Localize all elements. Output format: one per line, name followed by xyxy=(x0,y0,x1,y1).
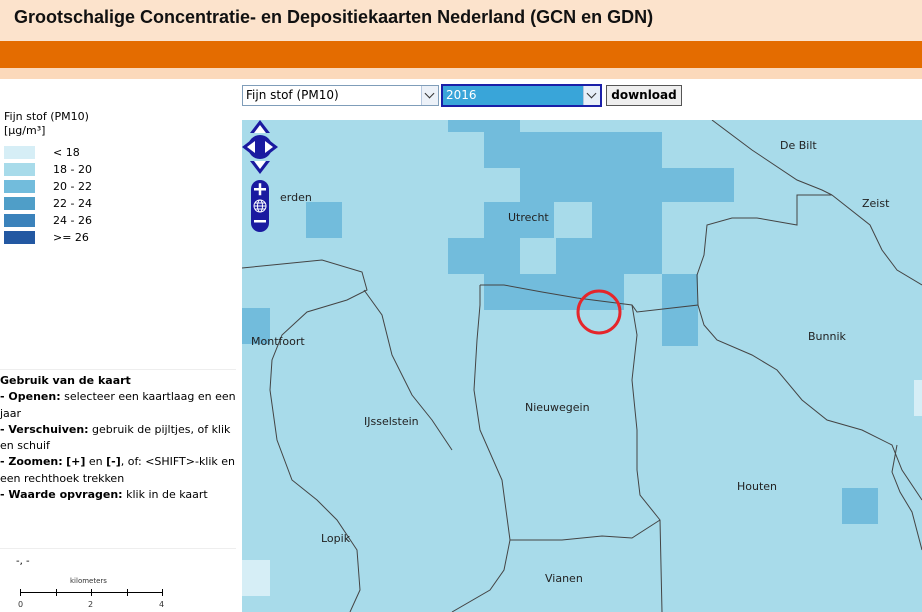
page-header: Grootschalige Concentratie- en Depositie… xyxy=(0,0,922,41)
layer-select[interactable]: Fijn stof (PM10) xyxy=(242,85,439,106)
instructions-heading: Gebruik van de kaart xyxy=(0,374,131,387)
legend-swatch xyxy=(4,231,35,244)
scale-tick xyxy=(162,589,163,596)
grid-cell xyxy=(448,238,520,274)
place-label: Lopik xyxy=(321,532,351,545)
pan-control[interactable] xyxy=(242,120,278,174)
chevron-down-icon[interactable] xyxy=(421,86,438,105)
grid-cell xyxy=(914,380,922,416)
grid-cell xyxy=(520,168,734,202)
grid-cell xyxy=(556,238,662,274)
scale-tick xyxy=(91,589,92,596)
scale-tick xyxy=(56,589,57,596)
scale-unit: kilometers xyxy=(70,577,107,585)
place-label: IJsselstein xyxy=(364,415,419,428)
divider xyxy=(0,548,236,549)
legend-label: 22 - 24 xyxy=(53,197,92,210)
scale-tick xyxy=(20,589,21,596)
grid-cell xyxy=(662,274,698,310)
legend-item: < 18 xyxy=(4,144,204,161)
instruction-query: - Waarde opvragen: klik in de kaart xyxy=(0,488,208,502)
place-label: Utrecht xyxy=(508,211,549,224)
grid-cell xyxy=(448,120,520,132)
place-label: Montfoort xyxy=(251,335,305,348)
legend-item: 24 - 26 xyxy=(4,212,204,229)
scale-tick xyxy=(127,589,128,596)
grid-cell xyxy=(662,310,698,346)
legend-list: < 18 18 - 20 20 - 22 22 - 24 24 - 26 >= … xyxy=(4,144,204,246)
grid-cell xyxy=(842,488,878,524)
instruction-open: - Openen: selecteer een kaartlaag en een… xyxy=(0,390,236,420)
orange-banner xyxy=(0,41,922,68)
legend-unit: [µg/m³] xyxy=(4,124,46,137)
legend-swatch xyxy=(4,197,35,210)
year-select[interactable]: 2016 xyxy=(441,84,602,107)
legend-label: 20 - 22 xyxy=(53,180,92,193)
instruction-zoom: - Zoomen: [+] en [-], of: <SHIFT>-klik e… xyxy=(0,455,236,485)
legend: Fijn stof (PM10) [µg/m³] < 18 18 - 20 20… xyxy=(4,110,204,246)
legend-item: 22 - 24 xyxy=(4,195,204,212)
place-label: Houten xyxy=(737,480,778,493)
place-label: De Bilt xyxy=(780,139,817,152)
legend-swatch xyxy=(4,180,35,193)
grid-cell xyxy=(242,560,270,596)
coordinates-readout: -, - xyxy=(16,556,30,567)
year-select-value: 2016 xyxy=(446,88,477,102)
scale-label: 2 xyxy=(88,600,94,609)
banner-strip xyxy=(0,68,922,79)
place-label: Nieuwegein xyxy=(525,401,590,414)
place-label: Vianen xyxy=(545,572,583,585)
legend-swatch xyxy=(4,146,35,159)
scale-bar: kilometers 0 2 4 xyxy=(16,577,176,611)
map-view[interactable]: De Bilt Zeist Utrecht erden Montfoort Bu… xyxy=(242,120,922,612)
place-label: Bunnik xyxy=(808,330,846,343)
layer-select-value: Fijn stof (PM10) xyxy=(246,88,339,102)
map-instructions: Gebruik van de kaart - Openen: selecteer… xyxy=(0,369,236,503)
page-title: Grootschalige Concentratie- en Depositie… xyxy=(14,7,654,27)
legend-label: 18 - 20 xyxy=(53,163,92,176)
legend-item: >= 26 xyxy=(4,229,204,246)
zoom-out-icon[interactable] xyxy=(254,220,266,223)
legend-item: 18 - 20 xyxy=(4,161,204,178)
download-button[interactable]: download xyxy=(606,85,682,106)
place-label: Zeist xyxy=(862,197,890,210)
grid-cell xyxy=(484,132,662,168)
grid-cell xyxy=(592,202,662,238)
chevron-down-icon[interactable] xyxy=(583,86,600,105)
instruction-move: - Verschuiven: gebruik de pijltjes, of k… xyxy=(0,422,231,453)
grid-cell xyxy=(306,202,342,238)
scale-label: 0 xyxy=(18,600,24,609)
scale-label: 4 xyxy=(159,600,165,609)
legend-item: 20 - 22 xyxy=(4,178,204,195)
place-label: erden xyxy=(280,191,312,204)
legend-label: < 18 xyxy=(53,146,80,159)
legend-label: 24 - 26 xyxy=(53,214,92,227)
legend-label: >= 26 xyxy=(53,231,89,244)
legend-title: Fijn stof (PM10) xyxy=(4,110,89,123)
legend-swatch xyxy=(4,214,35,227)
legend-swatch xyxy=(4,163,35,176)
map-navigation-control[interactable] xyxy=(242,120,278,232)
